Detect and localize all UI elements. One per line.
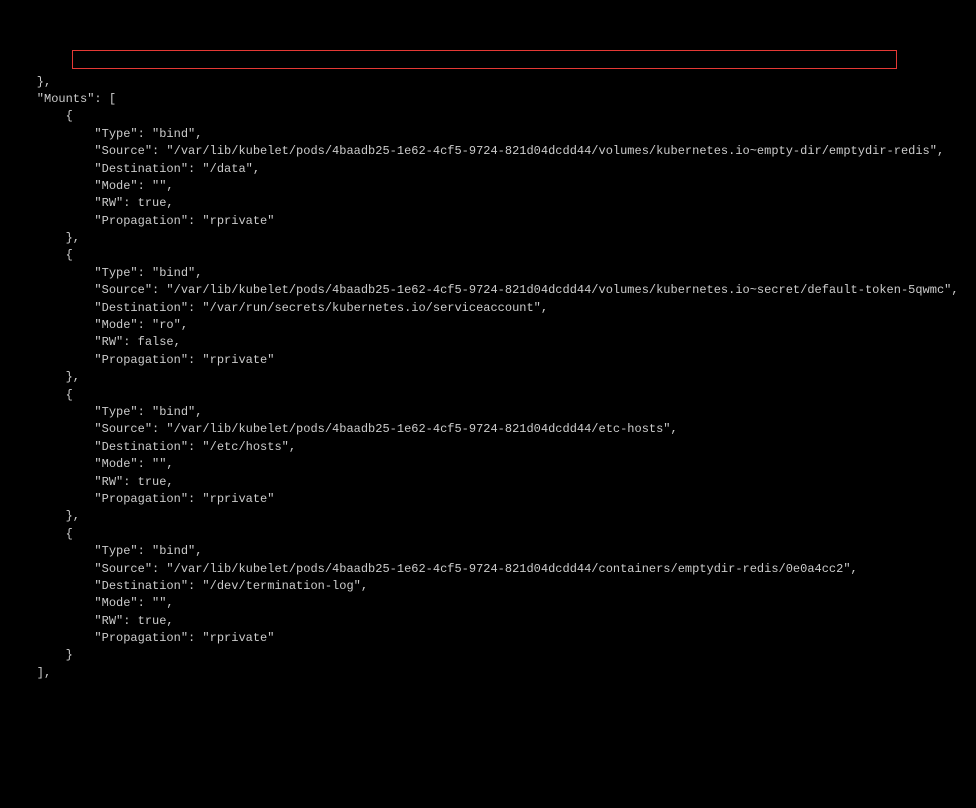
code-line: },: [8, 231, 80, 245]
code-line: }: [8, 648, 73, 662]
code-line: "Type": "bind",: [8, 405, 202, 419]
code-line: "Source": "/var/lib/kubelet/pods/4baadb2…: [8, 422, 678, 436]
code-line: {: [8, 109, 73, 123]
code-line: "Source": "/var/lib/kubelet/pods/4baadb2…: [8, 562, 858, 576]
code-line: "Type": "bind",: [8, 127, 202, 141]
code-line: {: [8, 527, 73, 541]
code-line: "RW": false,: [8, 335, 181, 349]
code-line: "Mode": "ro",: [8, 318, 188, 332]
code-line: ],: [8, 666, 51, 680]
code-line: },: [8, 509, 80, 523]
code-line: "Mounts": [: [8, 92, 116, 106]
terminal-output[interactable]: }, "Mounts": [ { "Type": "bind", "Source…: [8, 74, 968, 683]
code-line: },: [8, 370, 80, 384]
code-line: "Destination": "/var/run/secrets/kuberne…: [8, 301, 548, 315]
code-line: {: [8, 388, 73, 402]
code-line: "Source": "/var/lib/kubelet/pods/4baadb2…: [8, 144, 944, 158]
code-line: "Destination": "/dev/termination-log",: [8, 579, 368, 593]
code-line: "Destination": "/etc/hosts",: [8, 440, 296, 454]
code-line: "Mode": "",: [8, 457, 174, 471]
code-line: "RW": true,: [8, 196, 174, 210]
code-line: "Mode": "",: [8, 179, 174, 193]
code-line: "Mode": "",: [8, 596, 174, 610]
code-line: "Destination": "/data",: [8, 162, 260, 176]
code-line: "RW": true,: [8, 475, 174, 489]
code-line: },: [8, 75, 51, 89]
code-line: "Type": "bind",: [8, 266, 202, 280]
code-line: {: [8, 248, 73, 262]
code-line: "Propagation": "rprivate": [8, 631, 274, 645]
highlight-annotation: [72, 50, 897, 69]
code-line: "Propagation": "rprivate": [8, 492, 274, 506]
code-line: "Propagation": "rprivate": [8, 214, 274, 228]
code-line: "Propagation": "rprivate": [8, 353, 274, 367]
code-line: "Type": "bind",: [8, 544, 202, 558]
code-line: "RW": true,: [8, 614, 174, 628]
code-line: "Source": "/var/lib/kubelet/pods/4baadb2…: [8, 283, 959, 297]
